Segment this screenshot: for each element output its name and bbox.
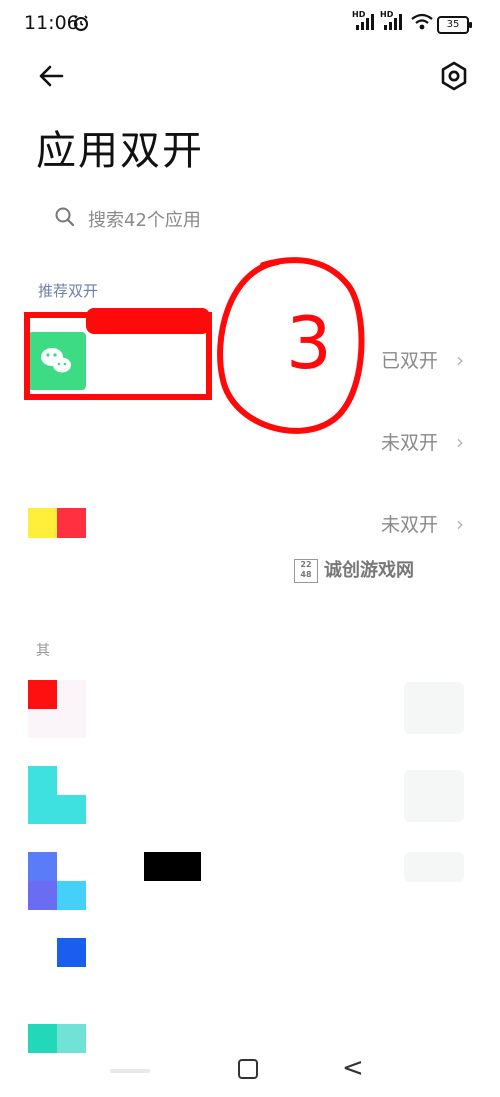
navigation-bar: < [0, 1053, 500, 1097]
status-bar: 11:06 HD HD 35 [0, 0, 500, 48]
chevron-right-icon: › [456, 348, 464, 372]
clock: 11:06 [24, 12, 79, 34]
section-label-recommended: 推荐双开 [38, 282, 99, 300]
app-icon [28, 1024, 57, 1053]
nav-back-button[interactable]: < [342, 1053, 364, 1083]
app-icon [57, 938, 86, 967]
app-row-4[interactable] [0, 672, 500, 742]
app-row-5[interactable] [0, 760, 500, 830]
app-icon [28, 508, 86, 538]
search-icon [54, 206, 76, 232]
search-input[interactable]: 搜索42个应用 [36, 196, 466, 240]
wifi-icon [410, 13, 434, 35]
watermark-text: 诚创游戏网 [324, 560, 414, 581]
annotation-number: 3 [286, 301, 332, 385]
app-row-8[interactable] [0, 1020, 500, 1054]
blurred-button[interactable] [404, 852, 464, 882]
menu-button[interactable] [110, 1069, 150, 1073]
watermark-logo: 22 48 [294, 559, 318, 583]
blurred-button[interactable] [404, 770, 464, 822]
chevron-right-icon: › [456, 512, 464, 536]
app-icon [28, 852, 57, 881]
signal-icon-1 [356, 14, 376, 34]
home-button[interactable] [238, 1059, 258, 1079]
settings-button[interactable] [436, 58, 472, 94]
back-button[interactable] [34, 58, 70, 94]
red-redaction-bar [86, 308, 210, 334]
watermark: 22 48 诚创游戏网 [294, 556, 414, 583]
search-placeholder: 搜索42个应用 [88, 210, 201, 231]
app-row-6[interactable] [0, 848, 500, 918]
gear-icon [441, 61, 467, 91]
dual-status-label: 未双开 [380, 432, 438, 454]
blurred-button[interactable] [404, 682, 464, 734]
app-row-3[interactable]: 未双开 › [0, 482, 500, 562]
app-icon [28, 680, 57, 709]
section-label-other: 其 [36, 643, 50, 659]
page-title: 应用双开 [36, 128, 204, 174]
app-icon [28, 766, 57, 824]
app-row-7[interactable] [0, 934, 500, 984]
redaction-block [144, 852, 201, 881]
battery-icon: 35 [437, 16, 472, 34]
alarm-icon [72, 14, 90, 36]
app-row-2[interactable]: 未双开 › [0, 400, 500, 480]
signal-icon-2 [384, 14, 404, 34]
dual-status-label: 未双开 [380, 514, 438, 536]
chevron-right-icon: › [456, 430, 464, 454]
dual-status-label: 已双开 [380, 350, 438, 372]
